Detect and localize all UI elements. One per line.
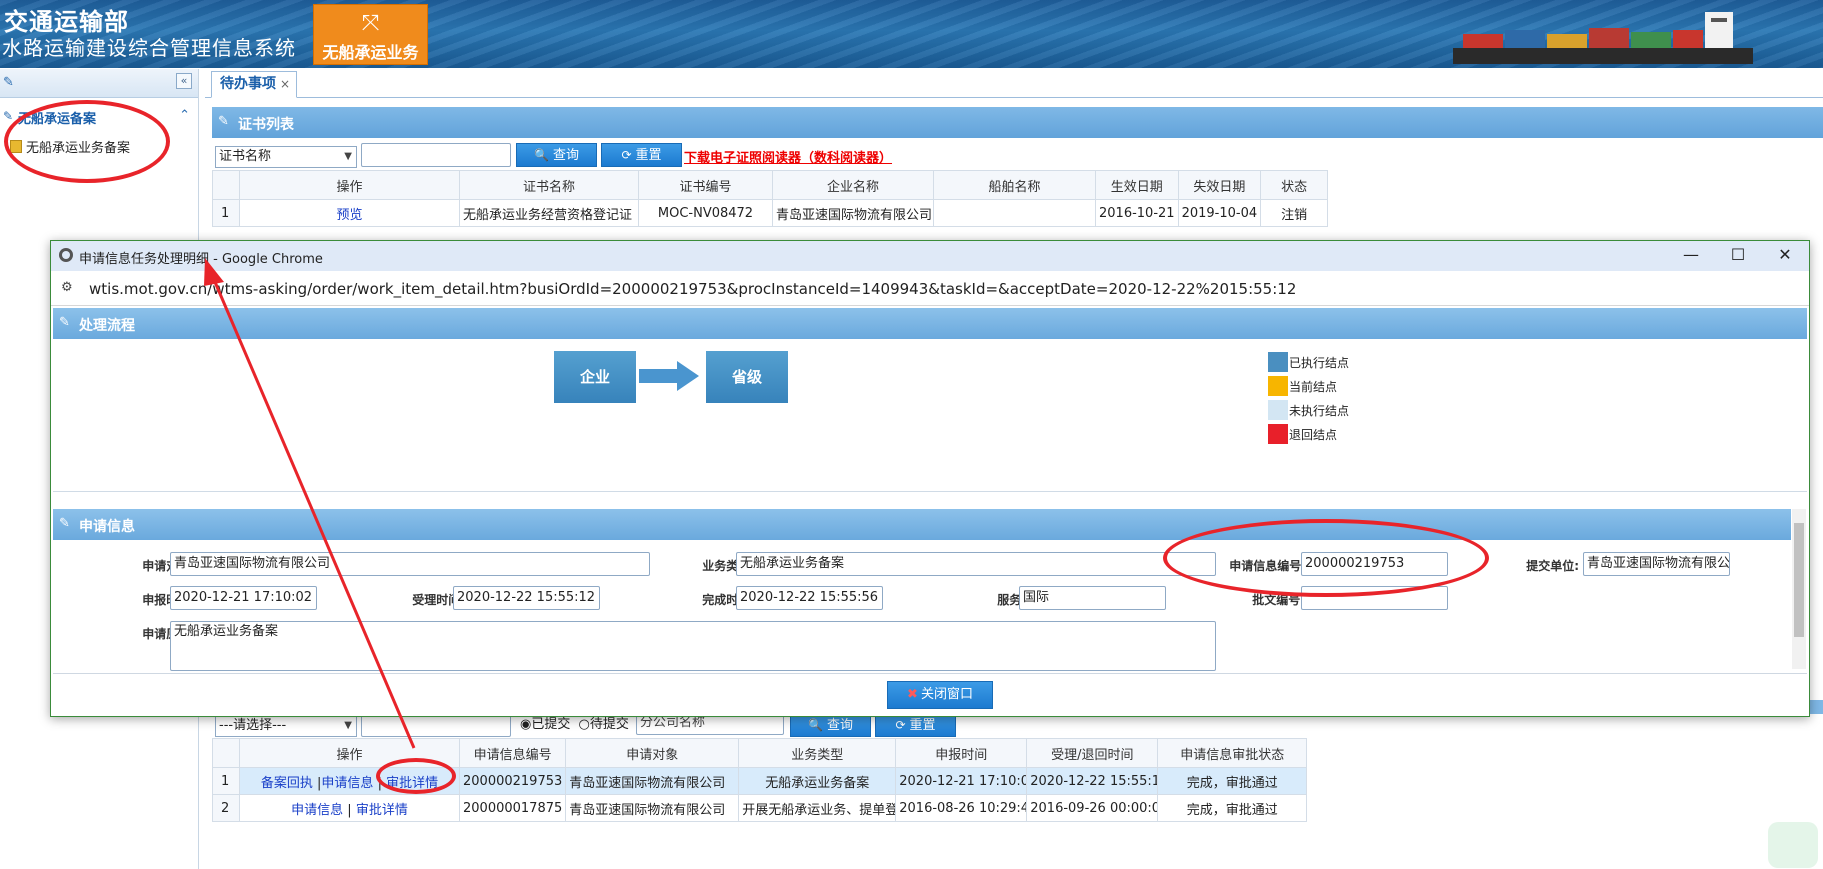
cert-list-title: 证书列表 [238,117,294,133]
flow-arrow-icon [639,361,699,391]
radio-submitted[interactable]: ◉已提交 [520,717,570,732]
table-row: 2 申请信息 | 审批详情 200000017875 青岛亚速国际物流有限公司 … [212,794,1308,822]
flow-node-province: 省级 [706,351,788,403]
legend-label: 未执行结点 [1289,404,1350,418]
submit-unit-field[interactable]: 青岛亚速国际物流有限公司 [1583,552,1730,576]
apply-info-link[interactable]: 申请信息 [321,776,373,791]
close-icon: ✖ [907,687,918,702]
edit-icon: ✎ [59,315,70,330]
site-settings-icon[interactable]: ⚙ [61,280,73,295]
tab-label: 待办事项 [220,76,276,92]
accept-time-label: 受理时间: [412,593,465,607]
legend-label: 已执行结点 [1289,356,1350,370]
legend-swatch-current [1268,376,1288,396]
edit-icon: ✎ [3,109,14,123]
apply-filter-select[interactable]: ---请选择--- ▼ [215,715,357,737]
module-nocarrier-button[interactable]: ⤧ 无船承运业务 [313,4,428,65]
legend-label: 当前结点 [1289,380,1338,394]
legend-swatch-pending [1268,400,1288,420]
accept-time-field[interactable]: 2020-12-22 15:55:12 [453,586,600,610]
refresh-icon: ⟳ [895,718,906,732]
minimize-icon[interactable]: — [1671,245,1711,264]
legend-swatch-executed [1268,352,1288,372]
address-bar[interactable]: ⚙ wtis.mot.gov.cn/wtms-asking/order/work… [51,271,1809,306]
biz-type-field[interactable]: 无船承运业务备案 [736,552,1216,576]
dialog-scrollbar[interactable] [1792,509,1806,669]
cert-filter-select[interactable]: 证书名称 ▼ [215,146,357,168]
cert-query-button[interactable]: 🔍 查询 [516,143,597,167]
radio-pending[interactable]: ○待提交 [579,717,629,732]
flow-section-title: 处理流程 [79,318,135,334]
table-row: 1 预览 无船承运业务经营资格登记证 MOC-NV08472 青岛亚速国际物流有… [212,199,1329,227]
edit-icon: ✎ [59,516,70,531]
legend-swatch-returned [1268,424,1288,444]
maximize-icon[interactable]: ☐ [1718,245,1758,264]
approval-detail-link[interactable]: 审批详情 [356,803,408,818]
cargo-ship-image [1453,12,1753,64]
assistant-bot-icon[interactable] [1768,822,1818,868]
close-icon[interactable]: ✕ [1765,245,1805,264]
submit-unit-label: 提交单位: [1526,559,1579,573]
service-type-field[interactable]: 国际 [1019,586,1166,610]
chevron-down-icon: ▼ [344,720,352,731]
window-titlebar: 申请信息任务处理明细 - Google Chrome — ☐ ✕ [51,241,1809,271]
cert-table: 操作 证书名称 证书编号 企业名称 船舶名称 生效日期 失效日期 状态 1 预览… [212,170,1329,227]
edit-icon: ✎ [3,75,14,90]
app-header: 交通运输部 水路运输建设综合管理信息系统 ⤧ 无船承运业务 [0,0,1823,68]
url-text: wtis.mot.gov.cn/wtms-asking/order/work_i… [89,280,1297,298]
info-section-title: 申请信息 [79,519,135,535]
search-icon: 🔍 [534,148,549,162]
refresh-icon: ⟳ [621,148,632,162]
finish-time-field[interactable]: 2020-12-22 15:55:56 [736,586,883,610]
chevron-up-icon[interactable]: ⌃ [179,108,190,123]
cert-list-header: ✎ 证书列表 [212,107,1823,138]
tab-close-icon[interactable]: × [280,77,290,91]
apply-info-link[interactable]: 申请信息 [291,803,343,818]
module-button-label: 无船承运业务 [322,43,419,62]
chevron-down-icon: ▼ [344,151,352,162]
collapse-left-icon[interactable]: « [176,73,192,89]
detail-popup-window: 申请信息任务处理明细 - Google Chrome — ☐ ✕ ⚙ wtis.… [50,240,1810,717]
table-header-row: 操作 证书名称 证书编号 企业名称 船舶名称 生效日期 失效日期 状态 [212,170,1329,200]
annotation-circle-sidebar [4,100,170,183]
download-reader-link[interactable]: 下载电子证照阅读器（数科阅读器） [684,147,892,166]
legend-label: 退回结点 [1289,428,1338,442]
annotation-circle-apply-no [1163,519,1489,597]
annotation-circle-approval-detail [376,758,456,794]
report-time-field[interactable]: 2020-12-21 17:10:02 [170,586,317,610]
globe-icon [59,248,73,262]
tab-todo[interactable]: 待办事项 × [211,71,298,98]
search-icon: 🔍 [808,718,823,732]
reason-textarea[interactable]: 无船承运业务备案 [170,621,1216,671]
record-receipt-link[interactable]: 备案回执 [261,776,313,791]
info-section-header: ✎ 申请信息 [53,509,1791,540]
cert-reset-button[interactable]: ⟳ 重置 [601,143,682,167]
expand-arrows-icon: ⤧ [361,11,380,36]
flow-node-enterprise: 企业 [554,351,636,403]
tab-strip: 待办事项 × [205,69,1823,98]
system-subtitle: 水路运输建设综合管理信息系统 [2,36,296,60]
sidebar-toolbar: ✎ « [0,69,198,98]
flow-section-header: ✎ 处理流程 [53,308,1807,339]
target-field[interactable]: 青岛亚速国际物流有限公司 [170,552,650,576]
window-title: 申请信息任务处理明细 - Google Chrome [79,252,323,267]
edit-icon: ✎ [218,114,229,129]
close-window-button[interactable]: ✖ 关闭窗口 [887,681,993,709]
preview-link[interactable]: 预览 [336,208,362,223]
cert-search-input[interactable] [361,143,511,167]
table-header-row: 操作 申请信息编号 申请对象 业务类型 申报时间 受理/退回时间 申请信息审批状… [212,738,1308,768]
